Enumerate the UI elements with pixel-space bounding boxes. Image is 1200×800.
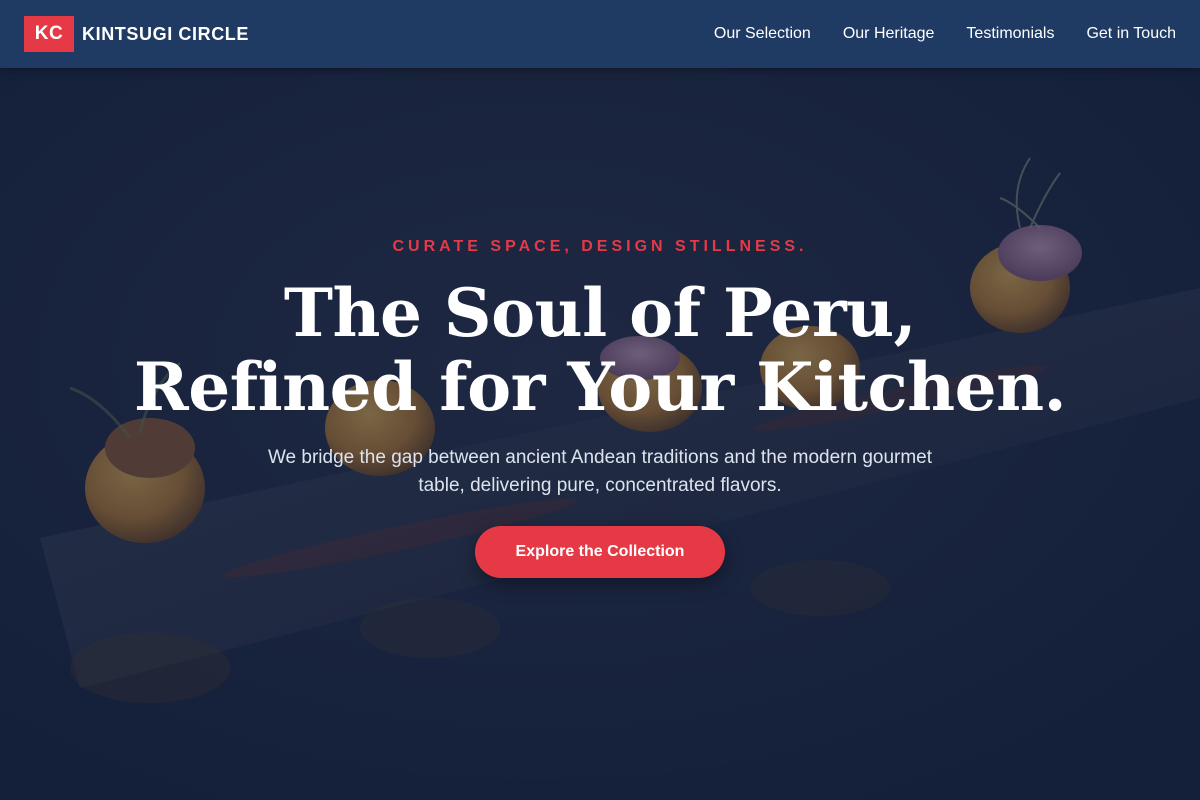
hero-eyebrow: CURATE SPACE, DESIGN STILLNESS.	[392, 238, 808, 255]
brand[interactable]: KC KINTSUGI CIRCLE	[24, 16, 249, 52]
hero-headline: The Soul of Peru, Refined for Your Kitch…	[0, 276, 1200, 424]
headline-line-2: Refined for Your Kitchen.	[133, 348, 1067, 426]
nav-link-get-in-touch[interactable]: Get in Touch	[1086, 25, 1176, 43]
nav-link-our-selection[interactable]: Our Selection	[714, 25, 811, 43]
site-header: KC KINTSUGI CIRCLE Our Selection Our Her…	[0, 0, 1200, 68]
nav-link-testimonials[interactable]: Testimonials	[966, 25, 1054, 43]
headline-line-1: The Soul of Peru,	[283, 274, 917, 352]
nav-link-our-heritage[interactable]: Our Heritage	[843, 25, 935, 43]
hero-subtext: We bridge the gap between ancient Andean…	[267, 447, 933, 496]
explore-collection-button[interactable]: Explore the Collection	[475, 526, 725, 578]
hero-content: CURATE SPACE, DESIGN STILLNESS. The Soul…	[0, 68, 1200, 800]
logo-badge: KC	[24, 16, 74, 52]
brand-name: KINTSUGI CIRCLE	[82, 23, 250, 44]
hero-section: CURATE SPACE, DESIGN STILLNESS. The Soul…	[0, 68, 1200, 800]
main-nav: Our Selection Our Heritage Testimonials …	[682, 25, 1176, 43]
